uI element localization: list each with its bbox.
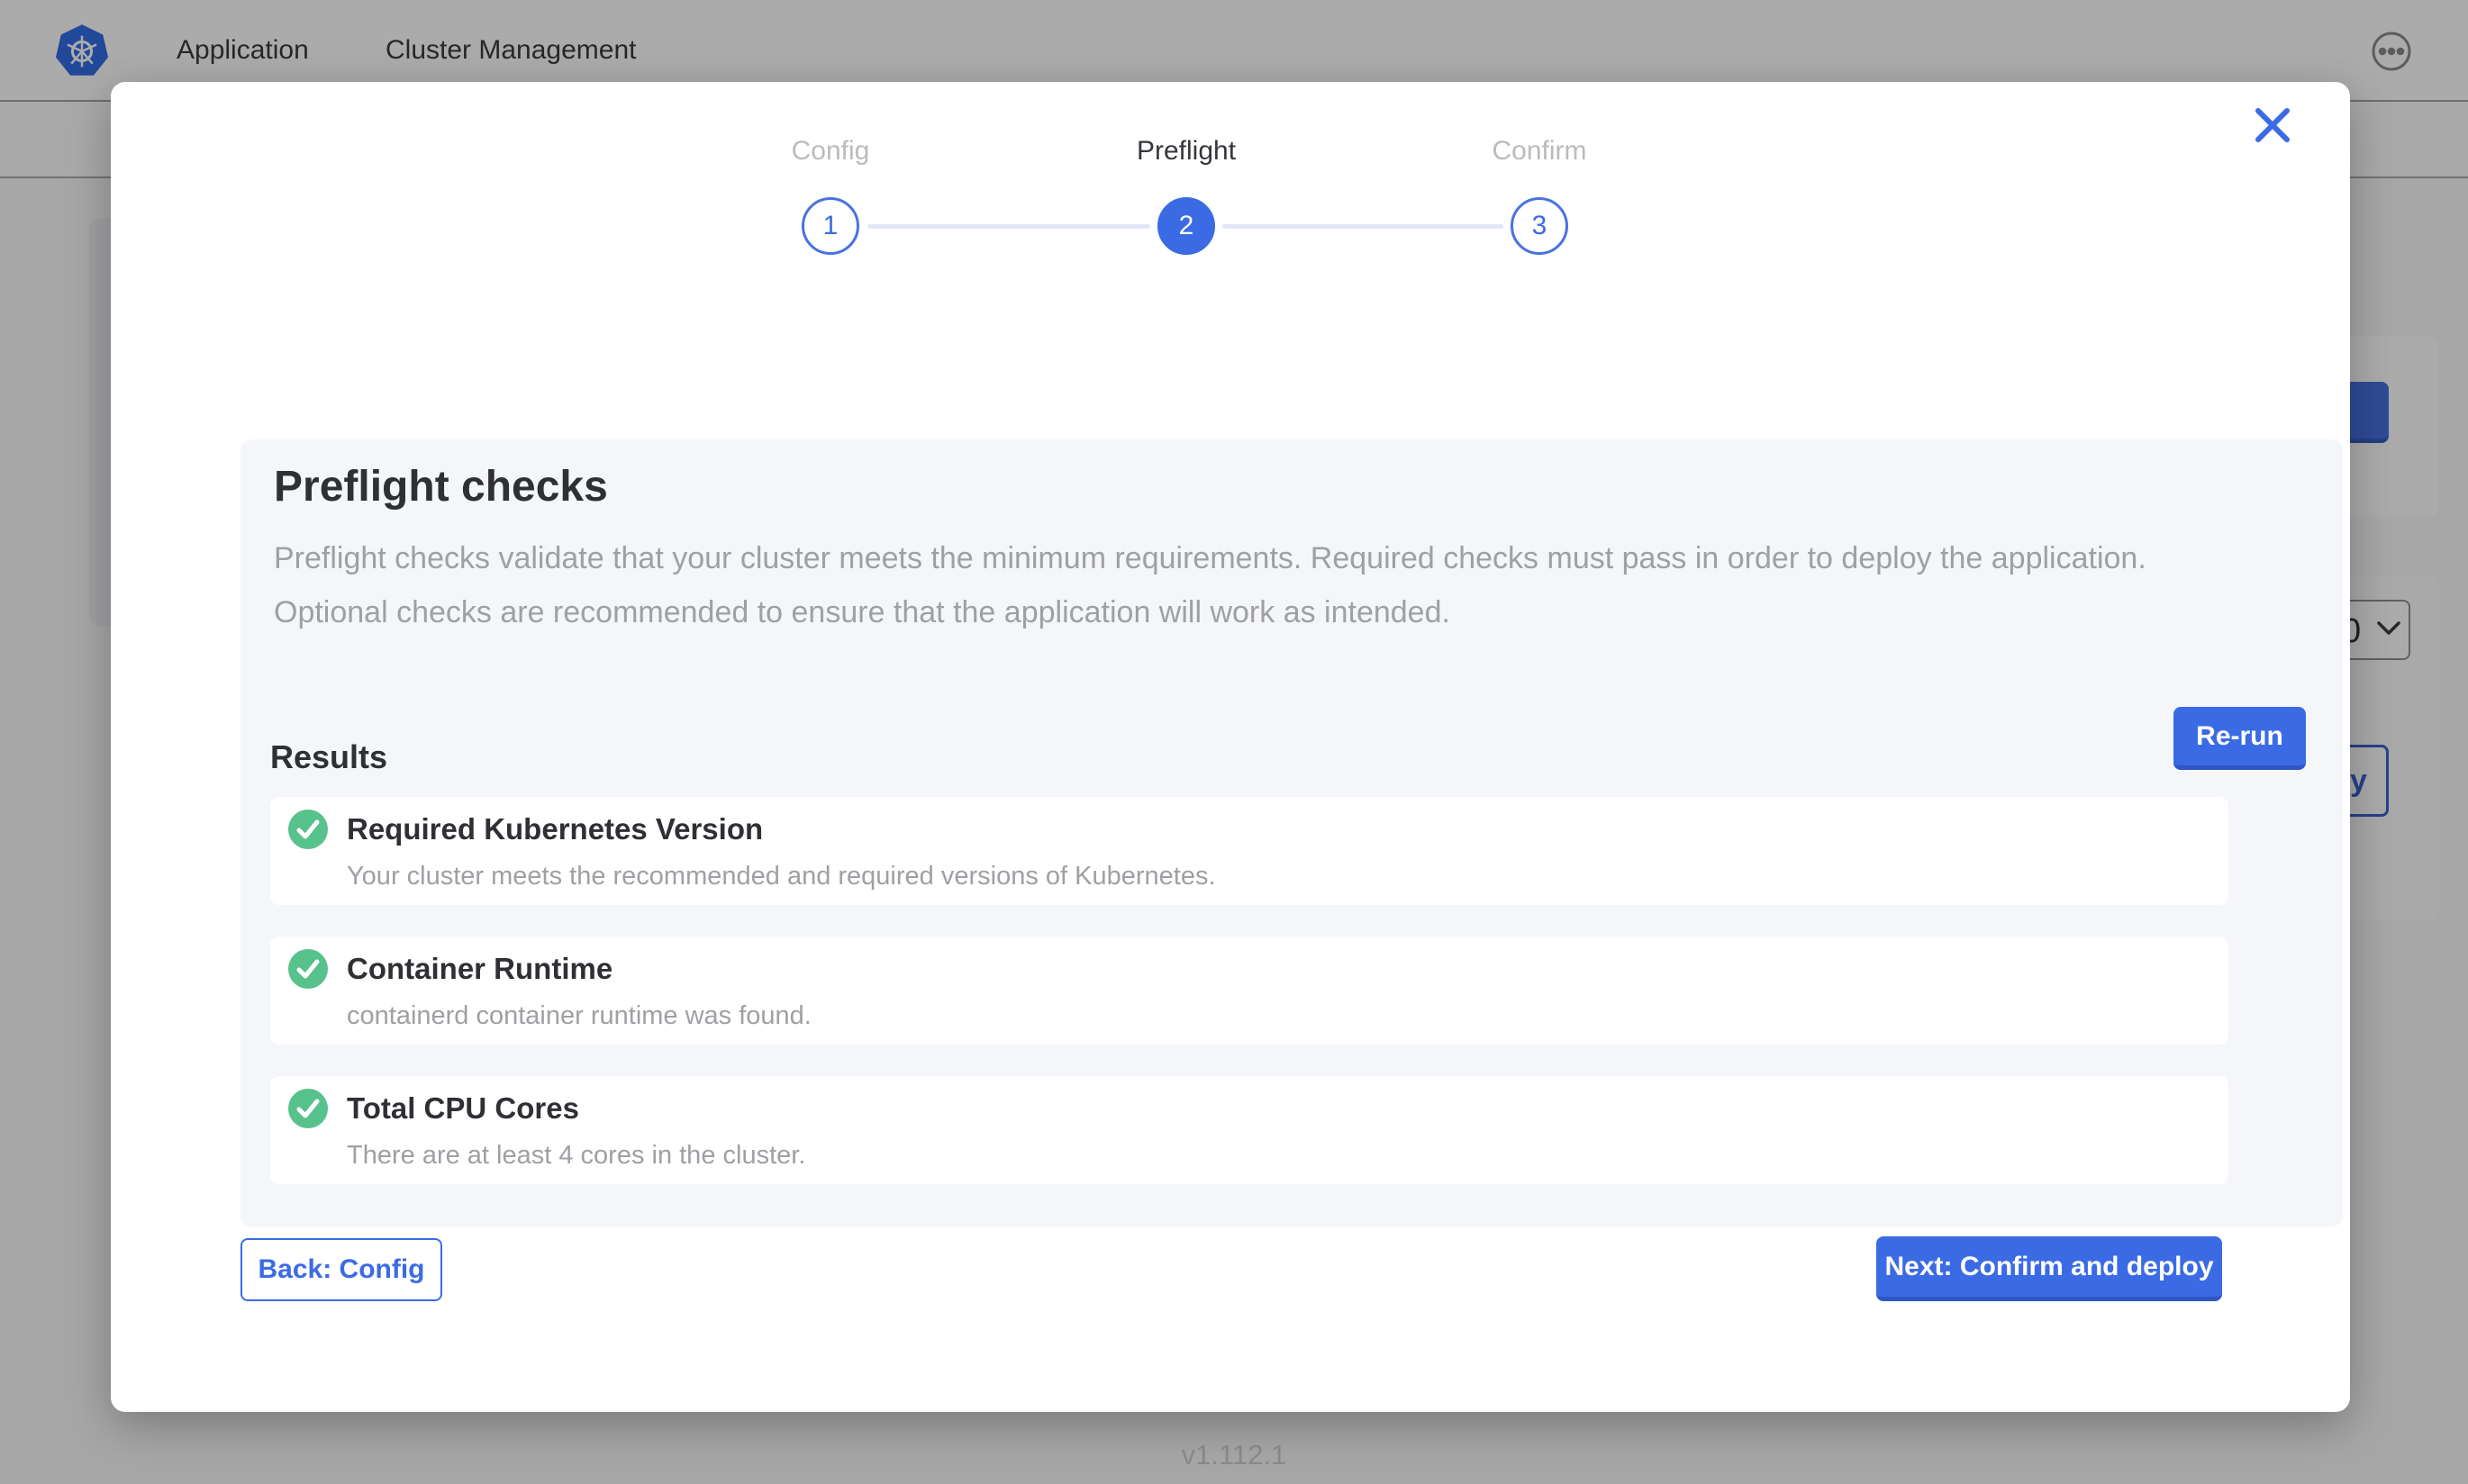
check-circle-icon — [288, 810, 328, 849]
preflight-content-card: Preflight checks Preflight checks valida… — [240, 439, 2343, 1226]
next-confirm-deploy-button[interactable]: Next: Confirm and deploy — [1876, 1236, 2222, 1301]
close-icon[interactable] — [2251, 104, 2294, 147]
check-description: containerd container runtime was found. — [347, 1001, 812, 1031]
results-heading: Results — [270, 738, 387, 776]
check-circle-icon — [288, 949, 328, 989]
step-circle-preflight[interactable]: 2 — [1157, 197, 1215, 255]
step-label-config: Config — [695, 136, 966, 167]
step-circle-config[interactable]: 1 — [802, 197, 859, 255]
step-label-confirm: Confirm — [1404, 136, 1674, 167]
check-description: Your cluster meets the recommended and r… — [347, 862, 1216, 891]
rerun-button[interactable]: Re-run — [2173, 707, 2306, 770]
results-list: Required Kubernetes Version Your cluster… — [270, 797, 2228, 1216]
page-title: Preflight checks — [274, 462, 608, 511]
check-description: There are at least 4 cores in the cluste… — [347, 1141, 805, 1171]
check-row-container-runtime: Container Runtime containerd container r… — [270, 937, 2228, 1045]
back-config-button[interactable]: Back: Config — [240, 1238, 442, 1301]
check-circle-icon — [288, 1089, 328, 1128]
step-circle-confirm[interactable]: 3 — [1511, 197, 1568, 255]
step-connector-1 — [867, 224, 1150, 229]
check-row-kubernetes-version: Required Kubernetes Version Your cluster… — [270, 797, 2228, 905]
step-connector-2 — [1222, 224, 1503, 229]
preflight-modal: Config Preflight Confirm 1 2 3 Preflight… — [111, 82, 2350, 1412]
step-label-preflight: Preflight — [1051, 136, 1321, 167]
check-row-total-cpu-cores: Total CPU Cores There are at least 4 cor… — [270, 1076, 2228, 1184]
check-title: Required Kubernetes Version — [347, 812, 763, 846]
check-title: Container Runtime — [347, 952, 612, 986]
preflight-description: Preflight checks validate that your clus… — [274, 531, 2165, 639]
check-title: Total CPU Cores — [347, 1091, 579, 1126]
